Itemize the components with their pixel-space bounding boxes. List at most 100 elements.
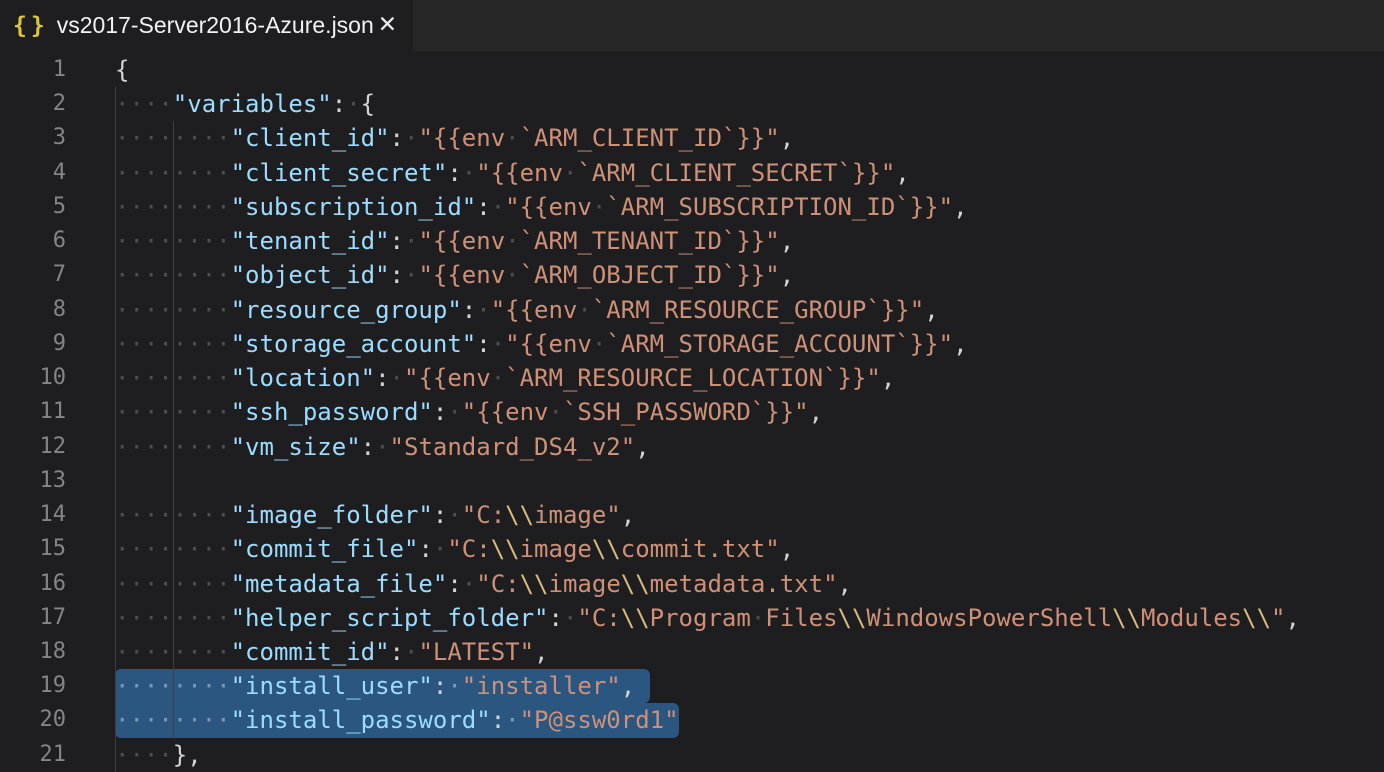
- json-key: "commit_file": [231, 535, 419, 563]
- line-number[interactable]: 7: [0, 258, 66, 292]
- whitespace-dots: ·: [491, 330, 505, 358]
- json-string: "{{env: [418, 261, 505, 289]
- code-line-content[interactable]: ········"install_password":·"P@ssw0rd1": [115, 703, 1384, 737]
- code-line[interactable]: 6········"tenant_id":·"{{env·`ARM_TENANT…: [0, 224, 1384, 258]
- code-line[interactable]: 19 ········"install_user":·"installer",: [0, 669, 1384, 703]
- code-editor[interactable]: 1{2····"variables":·{3········"client_id…: [0, 51, 1384, 772]
- code-line[interactable]: 8 ········"resource_group":·"{{env·`ARM_R…: [0, 293, 1384, 327]
- json-string: "C:: [577, 604, 620, 632]
- code-line[interactable]: 7 ········"object_id":·"{{env·`ARM_OBJECT…: [0, 258, 1384, 292]
- whitespace-dots: ·: [592, 330, 606, 358]
- code-line[interactable]: 18 ········"commit_id":·"LATEST",: [0, 635, 1384, 669]
- code-line[interactable]: 1{: [0, 53, 1384, 87]
- line-number[interactable]: 1: [0, 53, 66, 87]
- whitespace-dots: ·: [447, 672, 461, 700]
- code-line-content[interactable]: ········"helper_script_folder":·"C:\\Pro…: [115, 601, 1384, 635]
- line-number[interactable]: 6: [0, 224, 66, 258]
- json-string: "Standard_DS4_v2": [390, 433, 636, 461]
- code-line[interactable]: 11 ········"ssh_password":·"{{env·`SSH_PA…: [0, 395, 1384, 429]
- punctuation: :: [476, 193, 490, 221]
- code-line-content[interactable]: ········"client_secret":·"{{env·`ARM_CLI…: [115, 156, 1384, 190]
- code-line-content[interactable]: ········"storage_account":·"{{env·`ARM_S…: [115, 327, 1384, 361]
- line-number[interactable]: 12: [0, 430, 66, 464]
- code-line[interactable]: 12 ········"vm_size":·"Standard_DS4_v2",: [0, 430, 1384, 464]
- tokens: ········"vm_size":·"Standard_DS4_v2",: [115, 433, 650, 461]
- code-line[interactable]: 14 ········"image_folder":·"C:\\image",: [0, 498, 1384, 532]
- code-line-content[interactable]: ········"object_id":·"{{env·`ARM_OBJECT_…: [115, 258, 1384, 292]
- line-number[interactable]: 4: [0, 156, 66, 190]
- line-number[interactable]: 5: [0, 190, 66, 224]
- line-number[interactable]: 3: [0, 121, 66, 155]
- punctuation: },: [173, 741, 202, 769]
- code-line-content[interactable]: ········"install_user":·"installer",: [115, 669, 1384, 703]
- json-string: `ARM_SUBSCRIPTION_ID`}}": [606, 193, 953, 221]
- whitespace-dots: ········: [115, 193, 231, 221]
- line-number[interactable]: 19: [0, 669, 66, 703]
- code-line-content[interactable]: ········"ssh_password":·"{{env·`SSH_PASS…: [115, 395, 1384, 429]
- code-line-content[interactable]: ····"variables":·{: [115, 87, 1384, 121]
- code-line-content[interactable]: ········"commit_id":·"LATEST",: [115, 635, 1384, 669]
- line-number[interactable]: 15: [0, 532, 66, 566]
- line-number[interactable]: 2: [0, 87, 66, 121]
- line-number[interactable]: 8: [0, 293, 66, 327]
- code-line-content[interactable]: ········"commit_file":·"C:\\image\\commi…: [115, 532, 1384, 566]
- code-line-content[interactable]: ········"location":·"{{env·`ARM_RESOURCE…: [115, 361, 1384, 395]
- tokens: ········"resource_group":·"{{env·`ARM_RE…: [115, 296, 939, 324]
- whitespace-dots: ········: [115, 364, 231, 392]
- code-line-content[interactable]: [115, 464, 1384, 498]
- json-key: "storage_account": [231, 330, 477, 358]
- code-line[interactable]: 21 ····},: [0, 738, 1384, 772]
- code-line[interactable]: 4 ········"client_secret":·"{{env·`ARM_CL…: [0, 156, 1384, 190]
- code-line[interactable]: 3 ········"client_id":·"{{env·`ARM_CLIENT…: [0, 121, 1384, 155]
- line-number[interactable]: 9: [0, 327, 66, 361]
- code-line[interactable]: 15 ········"commit_file":·"C:\\image\\com…: [0, 532, 1384, 566]
- json-string: image: [520, 535, 592, 563]
- code-line-content[interactable]: ····},: [115, 738, 1384, 772]
- code-line[interactable]: 5 ········"subscription_id":·"{{env·`ARM_…: [0, 190, 1384, 224]
- json-key: "helper_script_folder": [231, 604, 549, 632]
- close-tab-icon[interactable]: ✕: [376, 12, 399, 39]
- line-number[interactable]: 21: [0, 738, 66, 772]
- code-line-content[interactable]: ········"subscription_id":·"{{env·`ARM_S…: [115, 190, 1384, 224]
- code-line-content[interactable]: ········"image_folder":·"C:\\image",: [115, 498, 1384, 532]
- punctuation: :: [390, 124, 404, 152]
- code-line[interactable]: 13: [0, 464, 1384, 498]
- code-line-content[interactable]: ········"client_id":·"{{env·`ARM_CLIENT_…: [115, 121, 1384, 155]
- punctuation: ,: [635, 433, 649, 461]
- punctuation: ,: [534, 638, 548, 666]
- code-line-content[interactable]: ········"vm_size":·"Standard_DS4_v2",: [115, 430, 1384, 464]
- json-string: "LATEST": [418, 638, 534, 666]
- code-line[interactable]: 17 ········"helper_script_folder":·"C:\\P…: [0, 601, 1384, 635]
- tokens: ········"commit_file":·"C:\\image\\commi…: [115, 535, 794, 563]
- escape-sequence: \\: [505, 501, 534, 529]
- line-number[interactable]: 17: [0, 601, 66, 635]
- json-string: "C:: [462, 501, 505, 529]
- code-line[interactable]: 10 ········"location":·"{{env·`ARM_RESOUR…: [0, 361, 1384, 395]
- code-line-content[interactable]: ········"tenant_id":·"{{env·`ARM_TENANT_…: [115, 224, 1384, 258]
- json-key: "commit_id": [231, 638, 390, 666]
- line-number[interactable]: 13: [0, 464, 66, 498]
- line-number[interactable]: 20: [0, 703, 66, 737]
- line-number[interactable]: 11: [0, 395, 66, 429]
- code-line-content[interactable]: ········"resource_group":·"{{env·`ARM_RE…: [115, 293, 1384, 327]
- line-number[interactable]: 18: [0, 635, 66, 669]
- json-string: "{{env: [404, 364, 491, 392]
- indent-guide: [115, 464, 116, 498]
- punctuation: :: [390, 638, 404, 666]
- json-string: "{{env: [418, 124, 505, 152]
- line-number[interactable]: 14: [0, 498, 66, 532]
- json-key: "tenant_id": [231, 227, 390, 255]
- tab-vs2017-server2016-azure[interactable]: {} vs2017-Server2016-Azure.json ✕: [0, 0, 413, 51]
- punctuation: :: [418, 535, 432, 563]
- json-string: "{{env: [462, 398, 549, 426]
- code-line-content[interactable]: ········"metadata_file":·"C:\\image\\met…: [115, 567, 1384, 601]
- whitespace-dots: ·: [404, 124, 418, 152]
- code-line-content[interactable]: {: [115, 53, 1384, 87]
- line-number[interactable]: 16: [0, 567, 66, 601]
- code-line[interactable]: 9········"storage_account":·"{{env·`ARM_…: [0, 327, 1384, 361]
- code-line[interactable]: 20 ········"install_password":·"P@ssw0rd1…: [0, 703, 1384, 737]
- whitespace-dots: ·: [505, 227, 519, 255]
- line-number[interactable]: 10: [0, 361, 66, 395]
- code-line[interactable]: 16 ········"metadata_file":·"C:\\image\\m…: [0, 567, 1384, 601]
- code-line[interactable]: 2 ····"variables":·{: [0, 87, 1384, 121]
